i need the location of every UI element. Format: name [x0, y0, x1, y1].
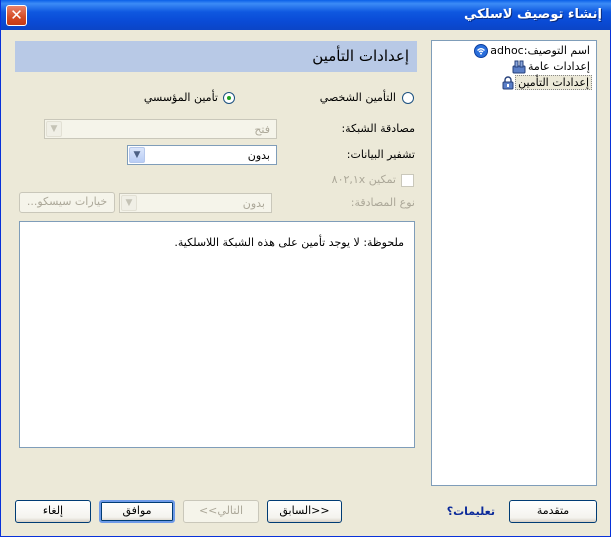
security-lock-icon	[501, 75, 515, 90]
network-settings-icon	[512, 60, 526, 74]
help-link[interactable]: تعليمات؟	[447, 505, 495, 518]
auth-type-value: بدون	[242, 197, 265, 210]
security-note-box: ملحوظة: لا يوجد تأمين على هذه الشبكة الل…	[19, 221, 415, 448]
tree-item-general-settings[interactable]: إعدادات عامة	[508, 59, 592, 74]
data-encryption-value: بدون	[247, 149, 270, 162]
chevron-down-icon: ▼	[129, 147, 145, 163]
chevron-down-icon: ▼	[121, 195, 137, 211]
network-auth-dropdown[interactable]: فتح ▼	[44, 119, 277, 139]
enable-8021x-label: تمكين ٨٠٢,١x	[331, 173, 396, 186]
dialog-window: إنشاء توصيف لاسلكي ✕ إعدادات التأمين الت…	[0, 0, 611, 537]
profile-tree[interactable]: اسم التوصيف:adhoc إعدادات عامة إعدادات ا…	[431, 40, 597, 486]
security-note-text: ملحوظة: لا يوجد تأمين على هذه الشبكة الل…	[174, 236, 404, 249]
cancel-button[interactable]: إلغاء	[15, 500, 91, 523]
tree-item-security-settings[interactable]: إعدادات التأمين	[497, 75, 592, 90]
cisco-options-button[interactable]: خيارات سيسكو...	[19, 192, 115, 213]
profile-name-value: adhoc	[490, 44, 524, 57]
tree-item-profile-name[interactable]: اسم التوصيف:adhoc	[470, 43, 592, 58]
personal-security-label: التأمين الشخصي	[319, 91, 396, 104]
tree-item-label: إعدادات التأمين	[515, 75, 592, 90]
enterprise-security-label: تأمين المؤسسي	[143, 91, 218, 104]
window-title: إنشاء توصيف لاسلكي	[463, 7, 602, 22]
next-button[interactable]: التالي>>	[183, 500, 259, 523]
page-title: إعدادات التأمين	[312, 47, 409, 65]
tree-item-label: إعدادات عامة	[528, 60, 590, 73]
profile-name-prefix: اسم التوصيف:	[523, 44, 590, 57]
data-encryption-dropdown[interactable]: بدون ▼	[127, 145, 277, 165]
data-encryption-label: تشفير البيانات:	[346, 148, 415, 161]
tree-item-label: اسم التوصيف:adhoc	[488, 44, 592, 57]
advanced-button[interactable]: متقدمة	[509, 500, 597, 523]
title-bar[interactable]: إنشاء توصيف لاسلكي ✕	[1, 0, 611, 30]
enable-8021x-checkbox[interactable]	[401, 174, 414, 187]
close-icon[interactable]: ✕	[6, 5, 27, 26]
network-auth-value: فتح	[254, 123, 270, 136]
auth-type-dropdown[interactable]: بدون ▼	[119, 193, 272, 213]
section-header: إعدادات التأمين	[15, 41, 417, 72]
network-auth-label: مصادقة الشبكة:	[341, 122, 415, 135]
wifi-icon	[474, 43, 489, 58]
ok-button[interactable]: موافق	[99, 500, 175, 523]
auth-type-label: نوع المصادقة:	[350, 196, 415, 209]
personal-security-radio[interactable]	[402, 92, 414, 104]
enterprise-security-radio[interactable]	[223, 92, 235, 104]
back-button[interactable]: <<السابق	[267, 500, 342, 523]
chevron-down-icon: ▼	[46, 121, 62, 137]
